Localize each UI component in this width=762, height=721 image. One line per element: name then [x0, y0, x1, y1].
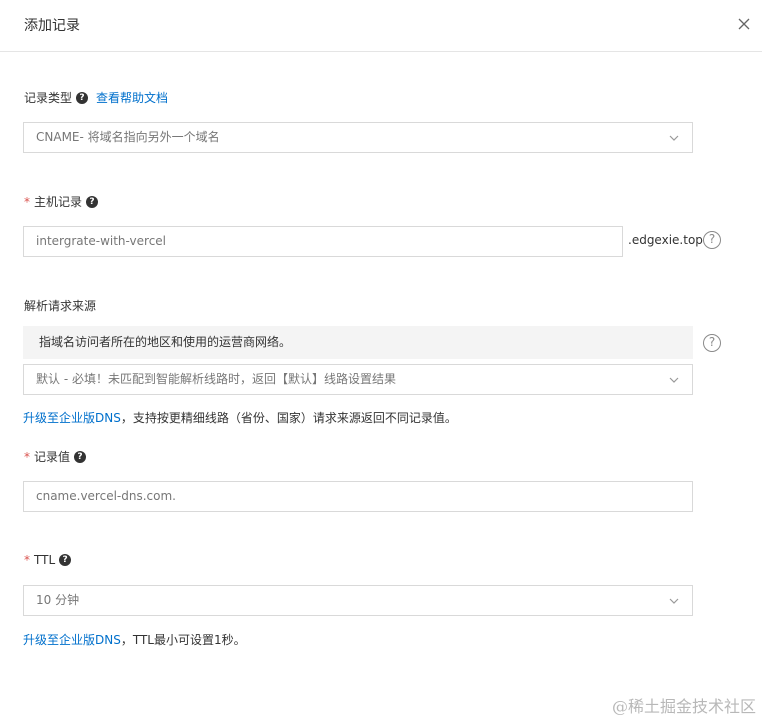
help-doc-link[interactable]: 查看帮助文档: [96, 89, 168, 106]
required-mark: *: [24, 449, 30, 464]
ttl-label: TTL: [34, 553, 56, 567]
request-source-value: 默认 - 必填！未匹配到智能解析线路时，返回【默认】线路设置结果: [36, 372, 396, 386]
request-source-label: 解析请求来源: [24, 299, 97, 313]
ttl-label-row: * TTL ?: [24, 553, 72, 567]
request-source-upgrade-note: 升级至企业版DNS，支持按更精细线路（省份、国家）请求来源返回不同记录值。: [23, 409, 457, 426]
help-icon[interactable]: ?: [59, 554, 72, 566]
request-source-select[interactable]: 默认 - 必填！未匹配到智能解析线路时，返回【默认】线路设置结果: [23, 364, 693, 395]
chevron-down-icon: [669, 135, 679, 141]
question-circle-icon[interactable]: ?: [703, 334, 721, 352]
host-record-input[interactable]: intergrate-with-vercel: [23, 226, 623, 257]
domain-suffix: .edgexie.top: [628, 233, 703, 247]
ttl-value: 10 分钟: [36, 593, 80, 607]
watermark: @稀土掘金技术社区: [611, 697, 756, 716]
record-type-label-row: 记录类型 ? 查看帮助文档: [24, 89, 168, 106]
record-type-label: 记录类型: [24, 91, 73, 105]
record-type-select[interactable]: CNAME- 将域名指向另外一个域名: [23, 122, 693, 153]
record-value-value: cname.vercel-dns.com.: [36, 489, 176, 503]
request-source-tip: 指域名访问者所在的地区和使用的运营商网络。: [23, 326, 693, 359]
required-mark: *: [24, 553, 30, 567]
help-icon[interactable]: ?: [74, 450, 87, 463]
host-record-label: 主机记录: [34, 195, 83, 209]
record-value-input[interactable]: cname.vercel-dns.com.: [23, 481, 693, 512]
host-record-label-row: * 主机记录 ?: [24, 193, 99, 210]
record-value-label-row: * 记录值 ?: [24, 448, 87, 465]
required-mark: *: [24, 194, 30, 209]
ttl-upgrade-note: 升级至企业版DNS，TTL最小可设置1秒。: [23, 631, 246, 648]
request-source-label-row: 解析请求来源: [24, 297, 96, 314]
help-icon[interactable]: ?: [76, 91, 89, 104]
ttl-note-text: ，TTL最小可设置1秒。: [120, 633, 246, 647]
record-value-label: 记录值: [34, 450, 71, 464]
upgrade-note-text: ，支持按更精细线路（省份、国家）请求来源返回不同记录值。: [120, 411, 457, 425]
dialog-title: 添加记录: [24, 18, 80, 34]
close-icon[interactable]: [734, 14, 754, 34]
question-circle-icon[interactable]: ?: [703, 231, 721, 249]
chevron-down-icon: [669, 377, 679, 383]
record-type-value: CNAME- 将域名指向另外一个域名: [36, 130, 220, 144]
upgrade-enterprise-link[interactable]: 升级至企业版DNS: [23, 633, 121, 647]
upgrade-enterprise-link[interactable]: 升级至企业版DNS: [23, 411, 121, 425]
dialog-header: 添加记录: [0, 0, 762, 52]
chevron-down-icon: [669, 598, 679, 604]
help-icon[interactable]: ?: [86, 195, 99, 208]
host-record-value: intergrate-with-vercel: [36, 234, 167, 248]
ttl-select[interactable]: 10 分钟: [23, 585, 693, 616]
